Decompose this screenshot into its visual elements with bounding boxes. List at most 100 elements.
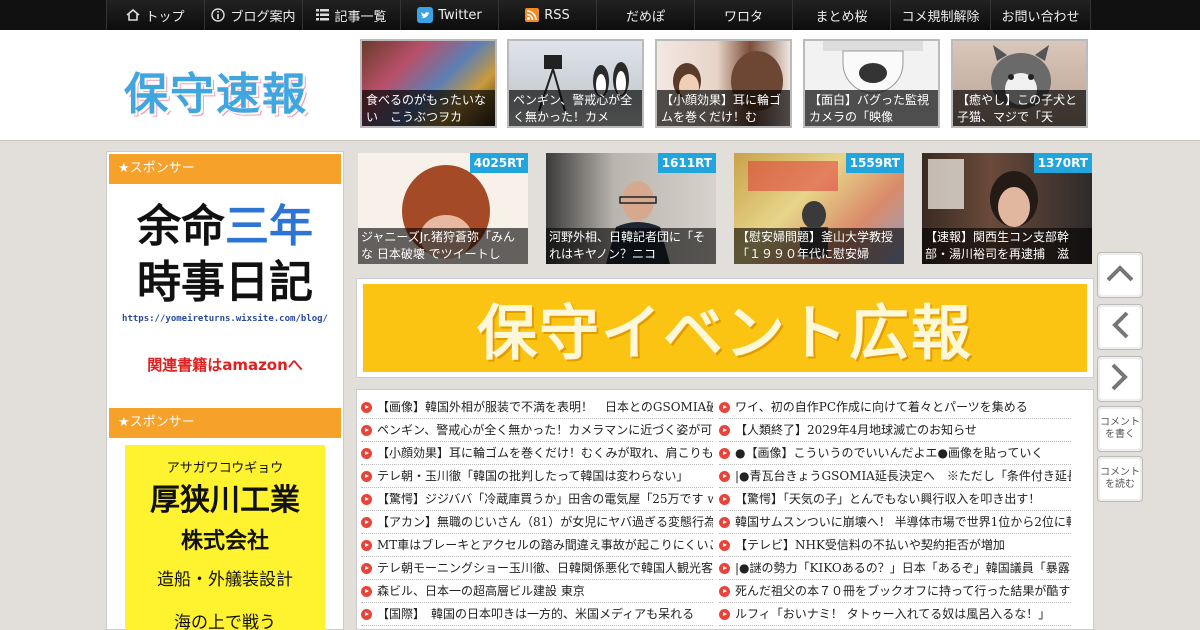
rt-count-badge: 1611RT	[657, 153, 716, 173]
ad-motto: 海の上で戦う	[174, 613, 276, 630]
nav-twitter[interactable]: Twitter	[401, 0, 499, 30]
next-article-inner	[1100, 359, 1140, 399]
nav-rss[interactable]: RSS	[499, 0, 597, 30]
home-icon	[126, 9, 140, 21]
news-item-title: ペンギン、警戒心が全く無かった！カメラマンに近づく姿が可	[377, 422, 713, 437]
news-item[interactable]: ペンギン、警戒心が全く無かった！カメラマンに近づく姿が可	[361, 419, 713, 442]
header-thumb-caption: 【小顔効果】耳に輪ゴムを巻くだけ！む	[657, 90, 790, 126]
arrow-bullet-icon	[719, 493, 730, 505]
nav-contact[interactable]: お問い合わせ	[991, 0, 1091, 30]
news-item[interactable]: |●謎の勢力「KIKOあるの？」日本「あるぞ」韓国議員「暴露	[719, 557, 1071, 580]
nav-comment-unblock[interactable]: コメ規制解除	[891, 0, 991, 30]
prev-article-button[interactable]	[1097, 304, 1143, 350]
nav-warota[interactable]: ワロタ	[695, 0, 793, 30]
news-item[interactable]: 【人類終了】2029年4月地球滅亡のお知らせ	[719, 419, 1071, 442]
site-logo[interactable]: 保守速報	[124, 58, 308, 122]
scroll-top-inner	[1100, 255, 1140, 295]
next-article-button[interactable]	[1097, 356, 1143, 402]
ad-title-part-blue: 三年	[225, 201, 313, 252]
ad-url: https://yomeireturns.wixsite.com/blog/	[122, 314, 328, 324]
news-item[interactable]: 【驚愕】「天気の子」とんでもない興行収入を叩き出す！	[719, 488, 1071, 511]
news-item[interactable]: 【アカン】無職のじいさん（81）が女児にヤバ過ぎる変態行為	[361, 511, 713, 534]
nav-damepo[interactable]: だめぽ	[597, 0, 695, 30]
arrow-bullet-icon	[719, 539, 730, 551]
news-item[interactable]: 【驚愕】ジジババ「冷蔵庫買うか」田舎の電気屋「25万です w	[361, 488, 713, 511]
rss-icon	[525, 8, 540, 22]
news-item-title: テレ朝・玉川徹「韓国の批判したって韓国は変わらない」	[377, 468, 689, 483]
news-item[interactable]: テレ朝モーニングショー玉川徹、日韓関係悪化で韓国人観光客	[361, 557, 713, 580]
news-item-title: ワイ、初の自作PC作成に向けて着々とパーツを集める	[735, 399, 1028, 414]
sponsor-heading-2: ★スポンサー	[109, 408, 341, 438]
ad-amazon-link[interactable]: 関連書籍はamazonへ	[109, 354, 341, 375]
rt-card-2[interactable]: 1611RT 河野外相、日韓記者団に「それはキヤノン？ニコ	[546, 153, 716, 264]
news-item[interactable]: 【テレビ】NHK受信料の不払いや契約拒否が増加	[719, 534, 1071, 557]
header-thumb-caption: ペンギン、警戒心が全く無かった！カメ	[509, 90, 642, 126]
arrow-bullet-icon	[719, 562, 730, 574]
event-banner-text: 保守イベント広報	[477, 298, 973, 369]
sidebar: ★スポンサー 余命三年 時事日記 https://yomeireturns.wi…	[106, 151, 344, 630]
news-item[interactable]: 【画像】韓国外相が服装で不満を表明！ 日本とのGSOMIA破	[361, 396, 713, 419]
arrow-bullet-icon	[719, 585, 730, 597]
chevron-left-icon	[1110, 310, 1130, 344]
arrow-bullet-icon	[719, 401, 730, 413]
event-banner[interactable]: 保守イベント広報	[356, 278, 1094, 378]
news-item-title: |●謎の勢力「KIKOあるの？」日本「あるぞ」韓国議員「暴露	[735, 560, 1070, 575]
news-item[interactable]: 【国際】 韓国の日本叩きは一方的、米国メディアも呆れる	[361, 603, 713, 626]
event-banner-bg: 保守イベント広報	[363, 284, 1087, 372]
arrow-bullet-icon	[719, 516, 730, 528]
news-item[interactable]: |●青瓦台きょうGSOMIA延長決定へ ※ただし「条件付き延長	[719, 465, 1071, 488]
nav-contact-label: お問い合わせ	[1001, 9, 1080, 25]
sponsor-ad-asagawa[interactable]: アサガワコウギョウ 厚狭川工業 株式会社 造船・外艤装設計 海の上で戦う	[125, 445, 325, 630]
news-item[interactable]: ルフィ「おいナミ！ タトゥー入れてる奴は風呂入るな！」	[719, 603, 1071, 626]
rt-count-badge: 1559RT	[845, 153, 904, 173]
news-item[interactable]: ●【画像】こういうのでいいんだよエ●画像を貼っていく	[719, 442, 1071, 465]
chevron-right-icon	[1110, 362, 1130, 396]
header-thumb-5[interactable]: 【癒やし】この子犬と子猫、マジで「天	[951, 39, 1088, 128]
nav-twitter-label: Twitter	[438, 7, 482, 23]
nav-matome-sakura[interactable]: まとめ桜	[793, 0, 891, 30]
rt-card-4[interactable]: 1370RT 【速報】関西生コン支部幹部・湯川裕司を再逮捕 滋	[922, 153, 1092, 264]
comment-write-label: コメントを書く	[1100, 409, 1140, 449]
news-item-title: 【驚愕】ジジババ「冷蔵庫買うか」田舎の電気屋「25万です w	[377, 491, 713, 506]
arrow-bullet-icon	[361, 401, 372, 413]
news-item[interactable]: ワイ、初の自作PC作成に向けて着々とパーツを集める	[719, 396, 1071, 419]
rt-card-1[interactable]: 4025RT ジャニーズJr.猪狩蒼弥「みんな 日本破壊 でツイートし	[358, 153, 528, 264]
news-item-title: 森ビル、日本一の超高層ビル建設 東京	[377, 583, 585, 598]
news-item[interactable]: 死んだ祖父の本７０冊をブックオフに持って行った結果が酷す	[719, 580, 1071, 603]
nav-article-list-label: 記事一覧	[334, 9, 387, 25]
news-item-title: 【驚愕】「天気の子」とんでもない興行収入を叩き出す！	[735, 491, 1041, 506]
header-thumb-4[interactable]: 【面白】バグった監視カメラの「映像	[803, 39, 940, 128]
rt-card-caption: ジャニーズJr.猪狩蒼弥「みんな 日本破壊 でツイートし	[358, 228, 528, 264]
nav-blog-guide[interactable]: ブログ案内	[205, 0, 303, 30]
twitter-icon	[417, 7, 434, 23]
nav-article-list[interactable]: 記事一覧	[303, 0, 401, 30]
comment-read-button[interactable]: コメントを読む	[1097, 456, 1143, 502]
nav-top[interactable]: トップ	[107, 0, 205, 30]
sponsor-heading: ★スポンサー	[109, 154, 341, 184]
header-thumb-1[interactable]: 食べるのがもったいない こうぶつヲカ	[360, 39, 497, 128]
header-thumb-3[interactable]: 【小顔効果】耳に輪ゴムを巻くだけ！む	[655, 39, 792, 128]
nav-warota-label: ワロタ	[723, 9, 763, 25]
news-item[interactable]: MT車はブレーキとアクセルの踏み間違え事故が起こりにくいこ	[361, 534, 713, 557]
chevron-up-icon	[1105, 263, 1135, 287]
ad-company-kana: アサガワコウギョウ	[166, 461, 284, 476]
nav-matome-sakura-label: まとめ桜	[815, 9, 868, 25]
news-item[interactable]: 韓国サムスンついに崩壊へ！ 半導体市場で世界1位から2位に転	[719, 511, 1071, 534]
nav-top-label: トップ	[145, 9, 185, 25]
sponsor-ad-yomei[interactable]: 余命三年 時事日記 https://yomeireturns.wixsite.c…	[109, 186, 341, 386]
comment-write-button[interactable]: コメントを書く	[1097, 406, 1143, 452]
news-item[interactable]: テレ朝・玉川徹「韓国の批判したって韓国は変わらない」	[361, 465, 713, 488]
news-item[interactable]: 森ビル、日本一の超高層ビル建設 東京	[361, 580, 713, 603]
rt-card-3[interactable]: 1559RT 【慰安婦問題】釜山大学教授 「１９９０年代に慰安婦	[734, 153, 904, 264]
header-thumb-caption: 【面白】バグった監視カメラの「映像	[805, 90, 938, 126]
arrow-bullet-icon	[361, 470, 372, 482]
rt-count-badge: 4025RT	[469, 153, 528, 173]
scroll-top-button[interactable]	[1097, 252, 1143, 298]
nav-rss-label: RSS	[544, 7, 570, 23]
news-item-title: ルフィ「おいナミ！ タトゥー入れてる奴は風呂入るな！」	[735, 606, 1051, 621]
header-thumb-2[interactable]: ペンギン、警戒心が全く無かった！カメ	[507, 39, 644, 128]
ad-title-part: 余命	[137, 201, 225, 252]
rt-card-caption: 【慰安婦問題】釜山大学教授 「１９９０年代に慰安婦	[734, 228, 904, 264]
news-item[interactable]: 【小顔効果】耳に輪ゴムを巻くだけ！むくみが取れ、肩こりも	[361, 442, 713, 465]
news-list: 【画像】韓国外相が服装で不満を表明！ 日本とのGSOMIA破 ペンギン、警戒心が…	[356, 389, 1094, 630]
